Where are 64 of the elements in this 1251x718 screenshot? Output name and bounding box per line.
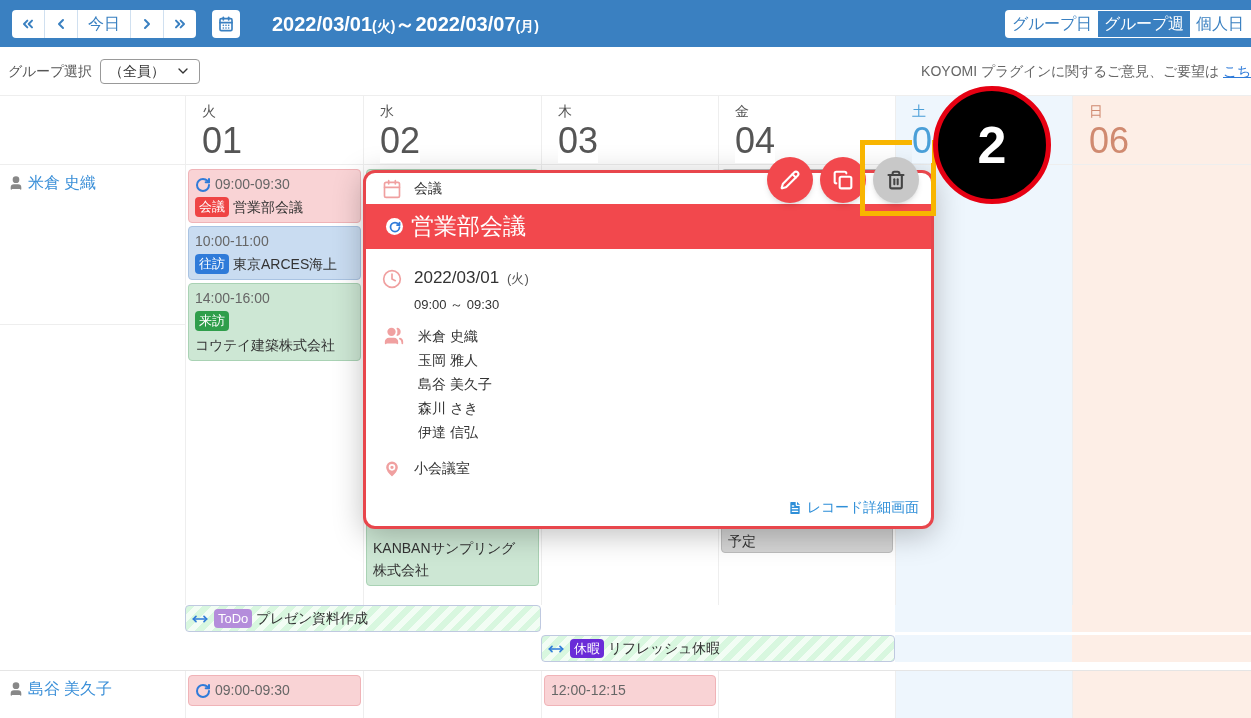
- event-card[interactable]: 09:00-09:30: [188, 675, 361, 706]
- weekday-label: 火: [202, 104, 217, 118]
- pencil-icon: [780, 170, 800, 190]
- group-select-label: グループ選択: [8, 61, 92, 81]
- all-day-bar[interactable]: ToDo プレゼン資料作成: [185, 605, 541, 632]
- popup-category: 会議: [414, 179, 442, 198]
- event-card[interactable]: 14:00-16:00 来訪 コウテイ建築株式会社: [188, 283, 361, 361]
- weekday-label: 金: [735, 104, 750, 118]
- view-tab[interactable]: グループ週: [1098, 10, 1190, 37]
- calendar-icon: [218, 15, 234, 32]
- step-number: 2: [977, 115, 1007, 176]
- view-tab[interactable]: グループ日: [1006, 10, 1098, 37]
- event-time: 14:00-16:00: [195, 289, 270, 308]
- event-title: コウテイ建築株式会社: [195, 335, 335, 355]
- document-icon: [787, 499, 803, 516]
- event-card[interactable]: 12:00-12:15: [544, 675, 716, 706]
- popup-title: 営業部会議: [411, 212, 526, 242]
- popup-date: 2022/03/01: [414, 267, 500, 289]
- people-icon: [382, 326, 406, 346]
- attendee-name: 米倉 史織: [418, 327, 479, 346]
- attendee-name: 森川 さき: [418, 399, 479, 418]
- trash-icon: [886, 170, 906, 190]
- popup-weekday: (火): [507, 270, 529, 288]
- event-title: 予定: [728, 532, 757, 551]
- attendee-name: 島谷 美久子: [418, 375, 492, 394]
- weekday-label: 日: [1089, 104, 1104, 118]
- person-icon: [8, 681, 24, 697]
- member-name[interactable]: 米倉 史織: [28, 171, 97, 195]
- person-icon: [8, 175, 24, 191]
- event-time: 12:00-12:15: [551, 681, 626, 700]
- event-title: KANBANサンプリング株式会社: [373, 539, 516, 580]
- view-tab[interactable]: 個人日: [1190, 10, 1250, 37]
- category-tag: 会議: [195, 197, 229, 217]
- record-detail-link[interactable]: レコード詳細画面: [787, 497, 919, 518]
- weekday-label: 木: [558, 104, 573, 118]
- feedback-link[interactable]: こち: [1223, 60, 1251, 82]
- date-range-title: 2022/03/01(火)～2022/03/07(月): [272, 11, 539, 37]
- group-select[interactable]: （全員）: [100, 58, 200, 84]
- calendar-button[interactable]: [212, 9, 240, 38]
- popup-time: 09:00 ～ 09:30: [414, 295, 501, 314]
- event-time: 09:00-09:30: [215, 175, 290, 194]
- event-time: 09:00-09:30: [215, 681, 290, 700]
- category-tag: ToDo: [214, 608, 253, 629]
- all-day-bar[interactable]: 休暇 リフレッシュ休暇: [541, 635, 895, 662]
- calendar-icon: [382, 178, 402, 199]
- weekday-label: 水: [380, 104, 395, 118]
- category-tag: 休暇: [570, 638, 604, 659]
- member-name[interactable]: 島谷 美久子: [28, 677, 113, 701]
- event-time: 10:00-11:00: [195, 232, 269, 251]
- attendee-name: 伊達 信弘: [418, 423, 479, 442]
- event-title: 東京ARCES海上: [233, 255, 338, 274]
- feedback-text: KOYOMI プラグインに関するご意見、ご要望は: [921, 61, 1219, 81]
- attendee-name: 玉岡 雅人: [418, 351, 479, 370]
- bar-title: プレゼン資料作成: [256, 609, 369, 628]
- event-card[interactable]: 10:00-11:00 往訪 東京ARCES海上: [188, 226, 361, 280]
- category-tag: 往訪: [195, 254, 229, 274]
- event-title: 営業部会議: [233, 198, 303, 217]
- copy-icon: [833, 170, 853, 190]
- clock-icon: [382, 269, 402, 289]
- event-card[interactable]: 09:00-09:30 会議 営業部会議: [188, 169, 361, 223]
- bar-title: リフレッシュ休暇: [608, 639, 720, 658]
- category-tag: 来訪: [195, 311, 229, 331]
- weekday-label: 土: [912, 104, 927, 118]
- popup-location: 小会議室: [414, 459, 470, 478]
